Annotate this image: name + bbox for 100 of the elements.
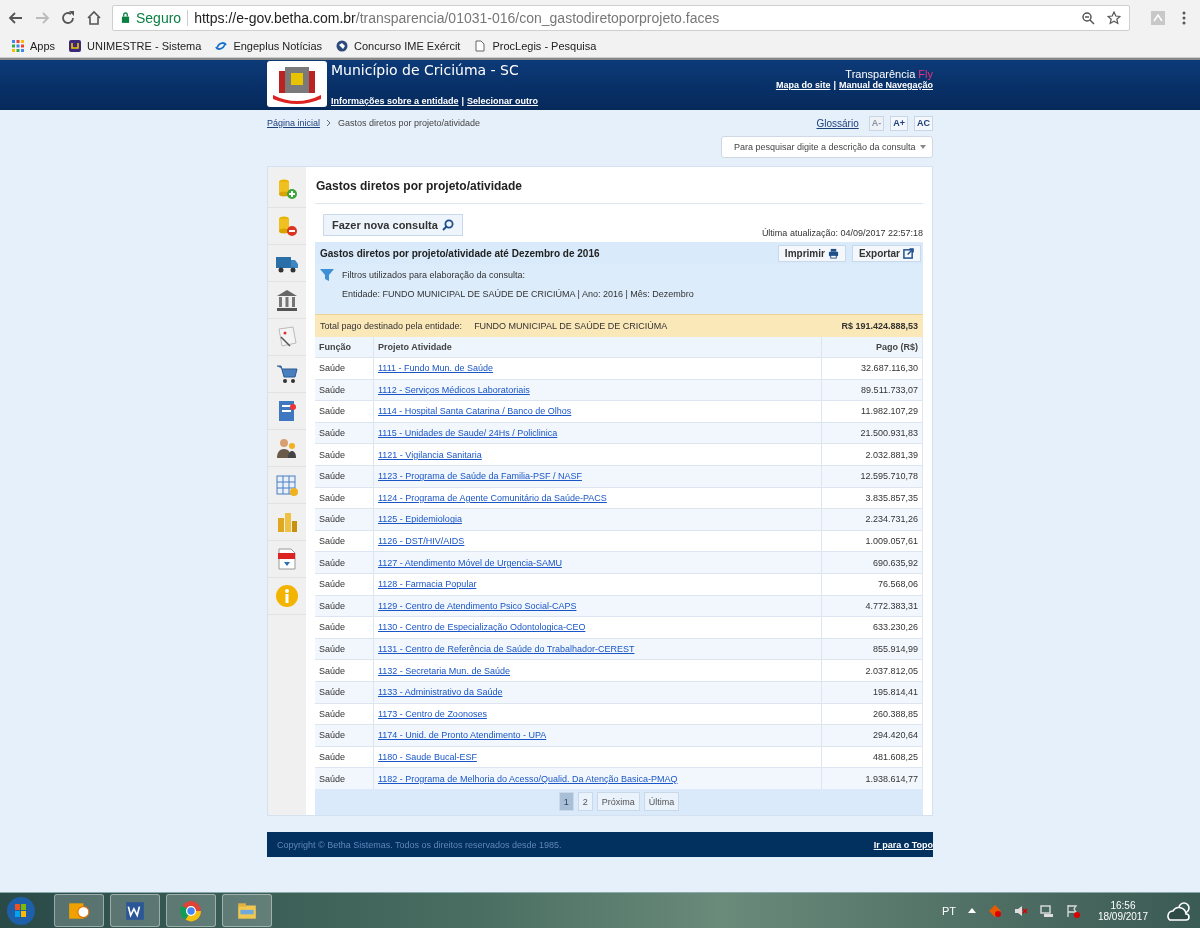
apps-grid-icon bbox=[12, 40, 24, 52]
total-entity: FUNDO MUNICIPAL DE SAÚDE DE CRICIÚMA bbox=[474, 321, 668, 331]
url-text: https://e-gov.betha.com.br/transparencia/01031-016/con_gastodiretoporprojeto.faces bbox=[194, 9, 720, 26]
home-icon[interactable] bbox=[86, 9, 102, 26]
bookmark[interactable]: Apps bbox=[12, 40, 56, 52]
pdf-icon[interactable] bbox=[275, 547, 299, 571]
table-cell: 21.500.931,83 bbox=[821, 422, 923, 444]
people-icon[interactable] bbox=[275, 436, 299, 460]
project-link[interactable]: 1180 - Saude Bucal-ESF bbox=[378, 752, 477, 762]
table-cell: Saúde bbox=[315, 767, 374, 789]
menu-icon[interactable] bbox=[1182, 9, 1186, 26]
filters-title: Filtros utilizados para elaboração da consulta: bbox=[342, 270, 526, 280]
flag-icon[interactable] bbox=[1065, 903, 1080, 918]
table-cell: Saúde bbox=[315, 379, 374, 401]
project-link[interactable]: 1124 - Programa de Agente Comunitário da Saúde-PACS bbox=[378, 492, 607, 503]
printer-icon bbox=[827, 247, 839, 259]
spreadsheet-icon[interactable] bbox=[275, 473, 299, 497]
page-button[interactable]: 1 bbox=[558, 792, 574, 812]
bookmark[interactable]: ProcLegis - Pesquisa bbox=[474, 40, 597, 52]
navigation-manual-link[interactable]: Manual de Navegação bbox=[838, 80, 933, 90]
font-size-button[interactable]: AC bbox=[914, 115, 933, 131]
project-link[interactable]: 1174 - Unid. de Pronto Atendimento - UPA bbox=[378, 730, 547, 741]
print-button[interactable]: Imprimir bbox=[777, 244, 846, 262]
project-link[interactable]: 1114 - Hospital Santa Catarina / Banco de Olhos bbox=[378, 406, 572, 417]
search-icon bbox=[441, 219, 454, 231]
table-cell: Saúde bbox=[315, 724, 374, 747]
zoom-icon[interactable] bbox=[1081, 10, 1095, 25]
select-other-link[interactable]: Selecionar outro bbox=[467, 96, 539, 106]
project-link[interactable]: 1173 - Centro de Zoonoses bbox=[378, 708, 487, 719]
table-cell: Saúde bbox=[315, 508, 374, 531]
filters-text: Entidade: FUNDO MUNICIPAL DE SAÚDE DE CRICIÚMA | Ano: 2016 | Mês: Dezembro bbox=[341, 289, 695, 299]
coat-of-arms-logo[interactable] bbox=[267, 61, 327, 107]
glossary-link[interactable]: Glossário bbox=[816, 117, 859, 129]
table-cell: Saúde bbox=[315, 681, 374, 703]
table-cell: 2.234.731,26 bbox=[821, 508, 923, 531]
project-link[interactable]: 1127 - Atendimento Móvel de Urgencia-SAMU bbox=[378, 557, 562, 568]
export-button[interactable]: Exportar bbox=[851, 244, 921, 262]
document-icon[interactable] bbox=[275, 325, 299, 349]
copyright-text: Copyright © Betha Sistemas. Todos os direitos reservados desde 1985. bbox=[277, 839, 562, 850]
bookmark[interactable]: UNIMESTRE - Sistema bbox=[69, 40, 202, 52]
star-icon[interactable] bbox=[1107, 10, 1121, 25]
project-link[interactable]: 1132 - Secretaria Mun. de Saúde bbox=[378, 665, 510, 676]
table-cell: 1.938.614,77 bbox=[821, 767, 923, 789]
breadcrumb-link[interactable]: Página inicial bbox=[267, 118, 321, 128]
secure-label: Seguro bbox=[136, 9, 182, 26]
bookmark[interactable]: Concurso IME Exércit bbox=[336, 40, 461, 52]
page-button[interactable]: 2 bbox=[577, 792, 593, 812]
word-processor-icon bbox=[124, 899, 146, 922]
report-title: Gastos diretos por projeto/atividade até Dezembro de 2016 bbox=[320, 247, 601, 259]
project-link[interactable]: 1126 - DST/HIV/AIDS bbox=[378, 536, 465, 547]
search-dropdown[interactable]: Para pesquisar digite a descrição da consulta bbox=[721, 136, 933, 158]
caret-icon bbox=[920, 145, 926, 149]
link-separator: | bbox=[833, 80, 836, 90]
table-cell: 294.420,64 bbox=[821, 724, 923, 747]
bank-icon[interactable] bbox=[275, 288, 299, 312]
page-button[interactable]: Última bbox=[643, 792, 680, 812]
lock-icon bbox=[121, 12, 130, 23]
column-header: Pago (R$) bbox=[821, 337, 923, 358]
export-icon bbox=[903, 247, 914, 259]
back-icon[interactable] bbox=[8, 9, 24, 26]
project-link[interactable]: 1130 - Centro de Especialização Odontologica-CEO bbox=[378, 622, 586, 633]
address-bar[interactable]: Seguro https://e-gov.betha.com.br/transparencia/01031-016/con_gastodiretoporprojeto.faces bbox=[112, 4, 1130, 31]
language-indicator[interactable]: PT bbox=[941, 904, 956, 917]
project-link[interactable]: 1133 - Administrativo da Saúde bbox=[378, 687, 503, 698]
table-cell: 195.814,41 bbox=[821, 681, 923, 703]
table-cell: 89.511.733,07 bbox=[821, 379, 923, 401]
filter-icon bbox=[320, 268, 334, 282]
project-link[interactable]: 1111 - Fundo Mun. de Saúde bbox=[378, 363, 494, 374]
speaker-muted-icon[interactable] bbox=[1013, 903, 1028, 918]
taskbar-app[interactable] bbox=[110, 894, 160, 927]
bookmark-favicon-icon bbox=[69, 40, 82, 52]
clock-date[interactable]: 18/09/2017 bbox=[1097, 910, 1148, 922]
table-cell: 690.635,92 bbox=[821, 551, 923, 574]
new-query-button[interactable]: Fazer nova consulta bbox=[323, 214, 463, 236]
cart-icon[interactable] bbox=[275, 362, 299, 386]
site-map-link[interactable]: Mapa do site bbox=[775, 80, 831, 90]
project-link[interactable]: 1112 - Serviços Médicos Laboratoriais bbox=[378, 384, 530, 395]
table-cell: Saúde bbox=[315, 551, 374, 574]
entity-info-link[interactable]: Informações sobre a entidade bbox=[331, 96, 459, 106]
start-button[interactable] bbox=[6, 895, 36, 926]
taskbar-app[interactable] bbox=[54, 894, 104, 927]
page-title: Gastos diretos por projeto/atividade bbox=[315, 167, 923, 204]
back-to-top-link[interactable]: Ir para o Topo bbox=[873, 839, 933, 850]
page-button[interactable]: Próxima bbox=[596, 792, 640, 812]
total-value: R$ 191.424.888,53 bbox=[841, 321, 918, 331]
bookmark[interactable]: Engeplus Notícias bbox=[215, 40, 323, 52]
brand-logo: Transparência Fly bbox=[845, 68, 933, 80]
clock-time[interactable]: 16:56 bbox=[1110, 899, 1136, 911]
font-size-button[interactable]: A+ bbox=[890, 115, 908, 131]
table-cell: 855.914,99 bbox=[821, 638, 923, 660]
project-link[interactable]: 1121 - Vigilancia Sanitaria bbox=[378, 449, 482, 460]
taskbar-app[interactable] bbox=[222, 894, 272, 927]
taskbar-app[interactable] bbox=[166, 894, 216, 927]
reload-icon[interactable] bbox=[60, 9, 76, 26]
project-link[interactable]: 1125 - Epidemiologia bbox=[378, 514, 462, 525]
table-cell: Saúde bbox=[315, 422, 374, 444]
display-icon[interactable] bbox=[1039, 903, 1054, 918]
project-link[interactable]: 1128 - Farmacia Popular bbox=[378, 579, 477, 590]
browser-icon bbox=[180, 899, 202, 922]
tray-expand-icon[interactable] bbox=[967, 908, 976, 913]
